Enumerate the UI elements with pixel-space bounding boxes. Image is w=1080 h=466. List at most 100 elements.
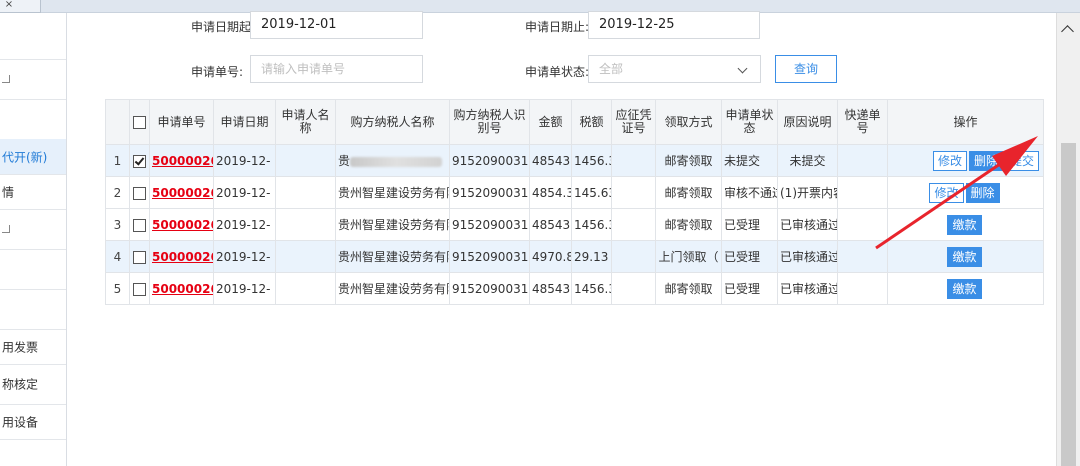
applicant-name: [275, 272, 336, 305]
scroll-up-arrow-icon[interactable]: [1061, 25, 1074, 38]
buyer-name-text: 贵: [338, 154, 351, 168]
row-checkbox[interactable]: [133, 154, 146, 168]
buyer-taxid: 9152090031: [449, 208, 530, 241]
header-select-all[interactable]: [129, 99, 150, 145]
row-index: 2: [105, 176, 130, 209]
pickup-method: 邮寄领取: [655, 176, 722, 209]
chevron-down-icon: [737, 63, 748, 74]
sidebar-item[interactable]: 用发票: [0, 329, 66, 365]
applicant-name: [275, 176, 336, 209]
end-date-label: 申请日期止:: [524, 20, 589, 34]
scrollbar-thumb[interactable]: [1061, 143, 1076, 466]
application-status: 已受理: [721, 240, 778, 273]
app-no-input[interactable]: 请输入申请单号: [250, 55, 423, 83]
application-id-link[interactable]: 50000026: [149, 144, 214, 177]
start-date-input[interactable]: 2019-12-01: [250, 11, 423, 39]
table-row[interactable]: 4 500000262019-12- 贵州智星建设劳务有限公司91520900314…: [105, 240, 1044, 273]
edit-button[interactable]: 修改: [929, 182, 964, 203]
application-date: 2019-12-: [213, 240, 276, 273]
applicant-name: [275, 240, 336, 273]
amount: 4854.3: [529, 176, 572, 209]
sidebar-item[interactable]: 代开(新): [0, 139, 66, 175]
chevron-down-icon[interactable]: [2, 225, 10, 233]
operations: 修改 删除: [887, 176, 1044, 209]
edit-button[interactable]: 修改: [932, 150, 967, 171]
sidebar-item[interactable]: 用设备: [0, 404, 66, 440]
table-row[interactable]: 3 500000262019-12- 贵州智星建设劳务有限公司91520900314…: [105, 208, 1044, 241]
sidebar-item[interactable]: 称核定: [0, 364, 66, 405]
operations: 缴款: [887, 208, 1044, 241]
buyer-name: 贵州智星建设劳务有限公司: [335, 272, 450, 305]
row-select[interactable]: [129, 208, 150, 241]
row-checkbox[interactable]: [133, 282, 146, 296]
pay-button[interactable]: 缴款: [947, 278, 982, 299]
pay-button[interactable]: 缴款: [947, 246, 982, 267]
application-id-link[interactable]: 50000026: [149, 176, 214, 209]
reason: 已审核通过: [777, 208, 838, 241]
table-row[interactable]: 5 500000262019-12- 贵州智星建设劳务有限公司91520900314…: [105, 272, 1044, 305]
start-date-label: 申请日期起:: [190, 20, 255, 34]
sidebar-item[interactable]: [0, 209, 66, 250]
select-all-checkbox[interactable]: [133, 115, 146, 129]
header-status: 申请单状态: [721, 99, 778, 145]
vertical-scrollbar[interactable]: [1056, 13, 1080, 466]
amount: 4970.87: [529, 240, 572, 273]
header-pickup: 领取方式: [655, 99, 722, 145]
delete-button[interactable]: 删除: [968, 150, 1003, 171]
row-select[interactable]: [129, 144, 150, 177]
end-date-input[interactable]: 2019-12-25: [588, 11, 760, 39]
sidebar-item-label: 用设备: [2, 415, 39, 429]
tax-amount: 145.63: [571, 176, 612, 209]
application-status: 已受理: [721, 272, 778, 305]
row-select[interactable]: [129, 176, 150, 209]
tax-amount: 29.13: [571, 240, 612, 273]
application-date: 2019-12-: [213, 144, 276, 177]
row-checkbox[interactable]: [133, 218, 146, 232]
buyer-name: 贵州智星建设劳务有限公司: [335, 208, 450, 241]
row-index: 3: [105, 208, 130, 241]
close-tab-icon[interactable]: ×: [0, 0, 19, 13]
submit-button[interactable]: 提交: [1004, 150, 1039, 171]
pickup-method: 上门领取（: [655, 240, 722, 273]
pickup-method: 邮寄领取: [655, 208, 722, 241]
express-no: [837, 176, 888, 209]
tab-button[interactable]: [18, 0, 41, 13]
row-checkbox[interactable]: [133, 250, 146, 264]
header-app-no: 申请单号: [149, 99, 214, 145]
application-id-link[interactable]: 50000026: [149, 240, 214, 273]
status-select[interactable]: 全部: [588, 55, 761, 83]
voucher-no: [611, 240, 656, 273]
row-select[interactable]: [129, 240, 150, 273]
application-id-link[interactable]: 50000026: [149, 208, 214, 241]
chevron-down-icon[interactable]: [2, 75, 10, 83]
header-index: [105, 99, 130, 145]
sidebar-item[interactable]: [0, 289, 66, 330]
table-row[interactable]: 2 500000262019-12- 贵州智星建设劳务有限公司91520900314…: [105, 176, 1044, 209]
row-select[interactable]: [129, 272, 150, 305]
row-index: 1: [105, 144, 130, 177]
buyer-name-text: 贵州智星建设劳务有限公司: [338, 282, 449, 296]
sidebar-item[interactable]: [0, 249, 66, 290]
pay-button[interactable]: 缴款: [947, 214, 982, 235]
pickup-method: 邮寄领取: [655, 272, 722, 305]
pickup-method: 邮寄领取: [655, 144, 722, 177]
delete-button[interactable]: 删除: [965, 182, 1000, 203]
sidebar-item[interactable]: [0, 26, 66, 60]
amount: 48543: [529, 144, 572, 177]
row-checkbox[interactable]: [133, 186, 146, 200]
application-date: 2019-12-: [213, 272, 276, 305]
amount: 48543: [529, 272, 572, 305]
express-no: [837, 144, 888, 177]
tax-amount: 1456.3: [571, 208, 612, 241]
application-id-link[interactable]: 50000026: [149, 272, 214, 305]
status-label: 申请单状态:: [524, 65, 589, 79]
sidebar-item[interactable]: [0, 59, 66, 100]
express-no: [837, 208, 888, 241]
header-applicant: 申请人名称: [275, 99, 336, 145]
sidebar-item-label: 情: [2, 185, 15, 199]
sidebar-item[interactable]: 情: [0, 174, 66, 210]
sidebar-item[interactable]: [0, 99, 66, 140]
reason: 已审核通过: [777, 272, 838, 305]
query-button[interactable]: 查询: [775, 55, 837, 83]
table-row[interactable]: 1 500000262019-12- 贵 9152090031485431456.3 邮…: [105, 144, 1044, 177]
